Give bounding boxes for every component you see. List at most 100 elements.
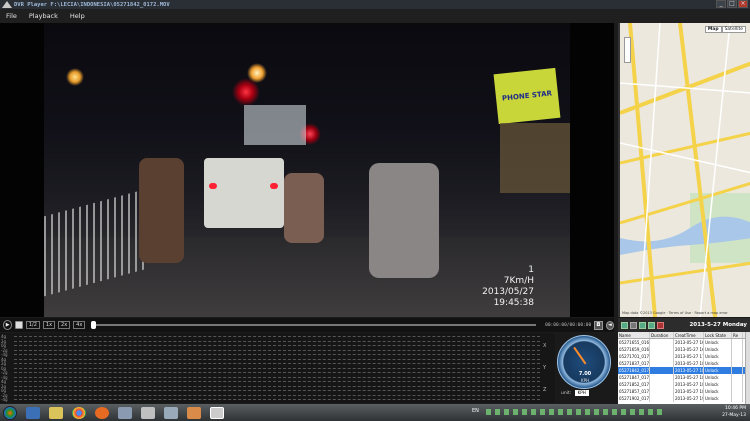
table-row[interactable]: 05271655_0168 2013-05-27 16:55:00Unlock: [618, 339, 750, 346]
tray-icon[interactable]: [549, 409, 554, 415]
map-roads: [620, 23, 750, 317]
tray-icon[interactable]: [603, 409, 608, 415]
language-indicator[interactable]: EN: [472, 408, 479, 414]
app-icon[interactable]: [118, 406, 132, 419]
table-cell: [732, 360, 743, 367]
table-cell: 2013-05-27 18:42:00: [675, 367, 704, 374]
table-cell: [650, 346, 674, 353]
tray-icon[interactable]: [594, 409, 599, 415]
table-row[interactable]: 05271842_0172 2013-05-27 18:42:00Unlock: [618, 367, 750, 374]
maximize-button[interactable]: □: [727, 0, 737, 8]
column-header[interactable]: Lock State: [704, 332, 732, 338]
speed-4x-button[interactable]: 4x: [73, 321, 86, 329]
tab-satellite[interactable]: Satellite: [721, 26, 746, 33]
menu-playback[interactable]: Playback: [29, 12, 58, 20]
delete-icon[interactable]: [657, 321, 664, 329]
table-row[interactable]: 05271837_0171 2013-05-27 18:37:00Unlock: [618, 360, 750, 367]
clock-time: 10:46 PM: [725, 406, 746, 411]
tray-icon[interactable]: [585, 409, 590, 415]
stop-button[interactable]: [15, 321, 23, 329]
graph-gridline: [14, 358, 540, 360]
tray-icon[interactable]: [504, 409, 509, 415]
column-header[interactable]: CreatTime: [674, 332, 704, 338]
seek-slider[interactable]: [91, 321, 537, 329]
tray-icon[interactable]: [639, 409, 644, 415]
add-file-icon[interactable]: [621, 321, 628, 329]
white-car: [204, 158, 284, 228]
table-cell: 2013-05-27 18:37:00: [675, 360, 704, 367]
tray-icon[interactable]: [513, 409, 518, 415]
speed-half-button[interactable]: 1/2: [25, 321, 40, 329]
file-list-date: 2013-5-27 Monday: [689, 322, 747, 328]
play-button[interactable]: ▶: [3, 320, 13, 330]
minimize-button[interactable]: _: [716, 0, 726, 8]
start-button[interactable]: [3, 405, 17, 420]
tray-icon[interactable]: [621, 409, 626, 415]
video-viewport[interactable]: PHONE STAR 1 7Km/H 2013/05/27 19:45:38: [0, 23, 614, 317]
table-cell: [650, 388, 674, 395]
tray-icon[interactable]: [495, 409, 500, 415]
close-button[interactable]: ×: [738, 0, 748, 8]
seek-knob[interactable]: [91, 321, 97, 329]
traffic-light: [232, 78, 260, 106]
shop-front: [500, 123, 570, 193]
firefox-icon[interactable]: [95, 406, 109, 419]
tray-icon[interactable]: [657, 409, 662, 415]
graph-gridline: [14, 354, 540, 355]
tray-icon[interactable]: [612, 409, 617, 415]
map-zoom-control[interactable]: [624, 37, 631, 63]
table-scrollbar[interactable]: [745, 332, 750, 404]
column-header[interactable]: Duration: [650, 332, 674, 338]
tray-icon[interactable]: [531, 409, 536, 415]
table-cell: Unlock: [704, 353, 732, 360]
column-header[interactable]: Name: [618, 332, 650, 338]
table-row[interactable]: 05271857_0175 2013-05-27 18:57:00Unlock: [618, 388, 750, 395]
menu-file[interactable]: File: [6, 12, 17, 20]
table-row[interactable]: 05271852_0174 2013-05-27 18:52:00Unlock: [618, 381, 750, 388]
speed-2x-button[interactable]: 2x: [58, 321, 71, 329]
app-icon[interactable]: [187, 406, 201, 419]
tray-icon[interactable]: [648, 409, 653, 415]
remove-file-icon[interactable]: [630, 321, 637, 329]
menu-help[interactable]: Help: [70, 12, 85, 20]
volume-icon[interactable]: ◄: [605, 320, 615, 330]
table-cell: 05271902_0176: [619, 395, 650, 402]
clock[interactable]: 10:46 PM 27-May-13: [722, 405, 746, 419]
table-cell: 05271852_0174: [619, 381, 650, 388]
tray-icon[interactable]: [558, 409, 563, 415]
file-table: Name Duration CreatTime Lock State Re 05…: [618, 332, 750, 404]
graph-axis-tag: Z: [543, 387, 547, 393]
explorer-icon[interactable]: [49, 406, 63, 419]
tray-icon[interactable]: [486, 409, 491, 415]
table-row[interactable]: 05271902_0176 2013-05-27 19:02:00Unlock: [618, 395, 750, 402]
shop-sign: PHONE STAR: [493, 67, 561, 125]
map-panel[interactable]: Map Satellite Map data ©2013 Google · Te…: [618, 23, 750, 317]
tray-icon[interactable]: [576, 409, 581, 415]
table-row[interactable]: 05271701_0170 2013-05-27 17:01:00Unlock: [618, 353, 750, 360]
tray-icon[interactable]: [630, 409, 635, 415]
tray-icon[interactable]: [567, 409, 572, 415]
lock-icon[interactable]: [648, 321, 655, 329]
unit-select[interactable]: KPH: [574, 390, 589, 396]
graph-gridline: [14, 385, 540, 387]
column-header[interactable]: Re: [732, 332, 743, 338]
dvr-player-icon[interactable]: [210, 406, 224, 419]
tab-map[interactable]: Map: [704, 26, 722, 33]
speed-1x-button[interactable]: 1x: [42, 321, 56, 329]
table-row[interactable]: 05271659_0169 2013-05-27 16:59:00Unlock: [618, 346, 750, 353]
app-icon[interactable]: [141, 406, 155, 419]
graph-gridline: [14, 363, 540, 364]
app-icon[interactable]: [164, 406, 178, 419]
table-cell: 2013-05-27 17:01:00: [675, 353, 704, 360]
table-cell: [732, 374, 743, 381]
table-row[interactable]: 05271847_0173 2013-05-27 18:47:00Unlock: [618, 374, 750, 381]
chrome-icon[interactable]: [72, 406, 86, 419]
snapshot-icon[interactable]: ◘: [594, 320, 603, 330]
tray-icon[interactable]: [540, 409, 545, 415]
tray-icon[interactable]: [522, 409, 527, 415]
motorbike-rider: [369, 163, 439, 278]
speed-value: 7.00: [578, 371, 592, 377]
app-icon: [2, 1, 12, 8]
word-icon[interactable]: [26, 406, 40, 419]
folder-icon[interactable]: [639, 321, 646, 329]
